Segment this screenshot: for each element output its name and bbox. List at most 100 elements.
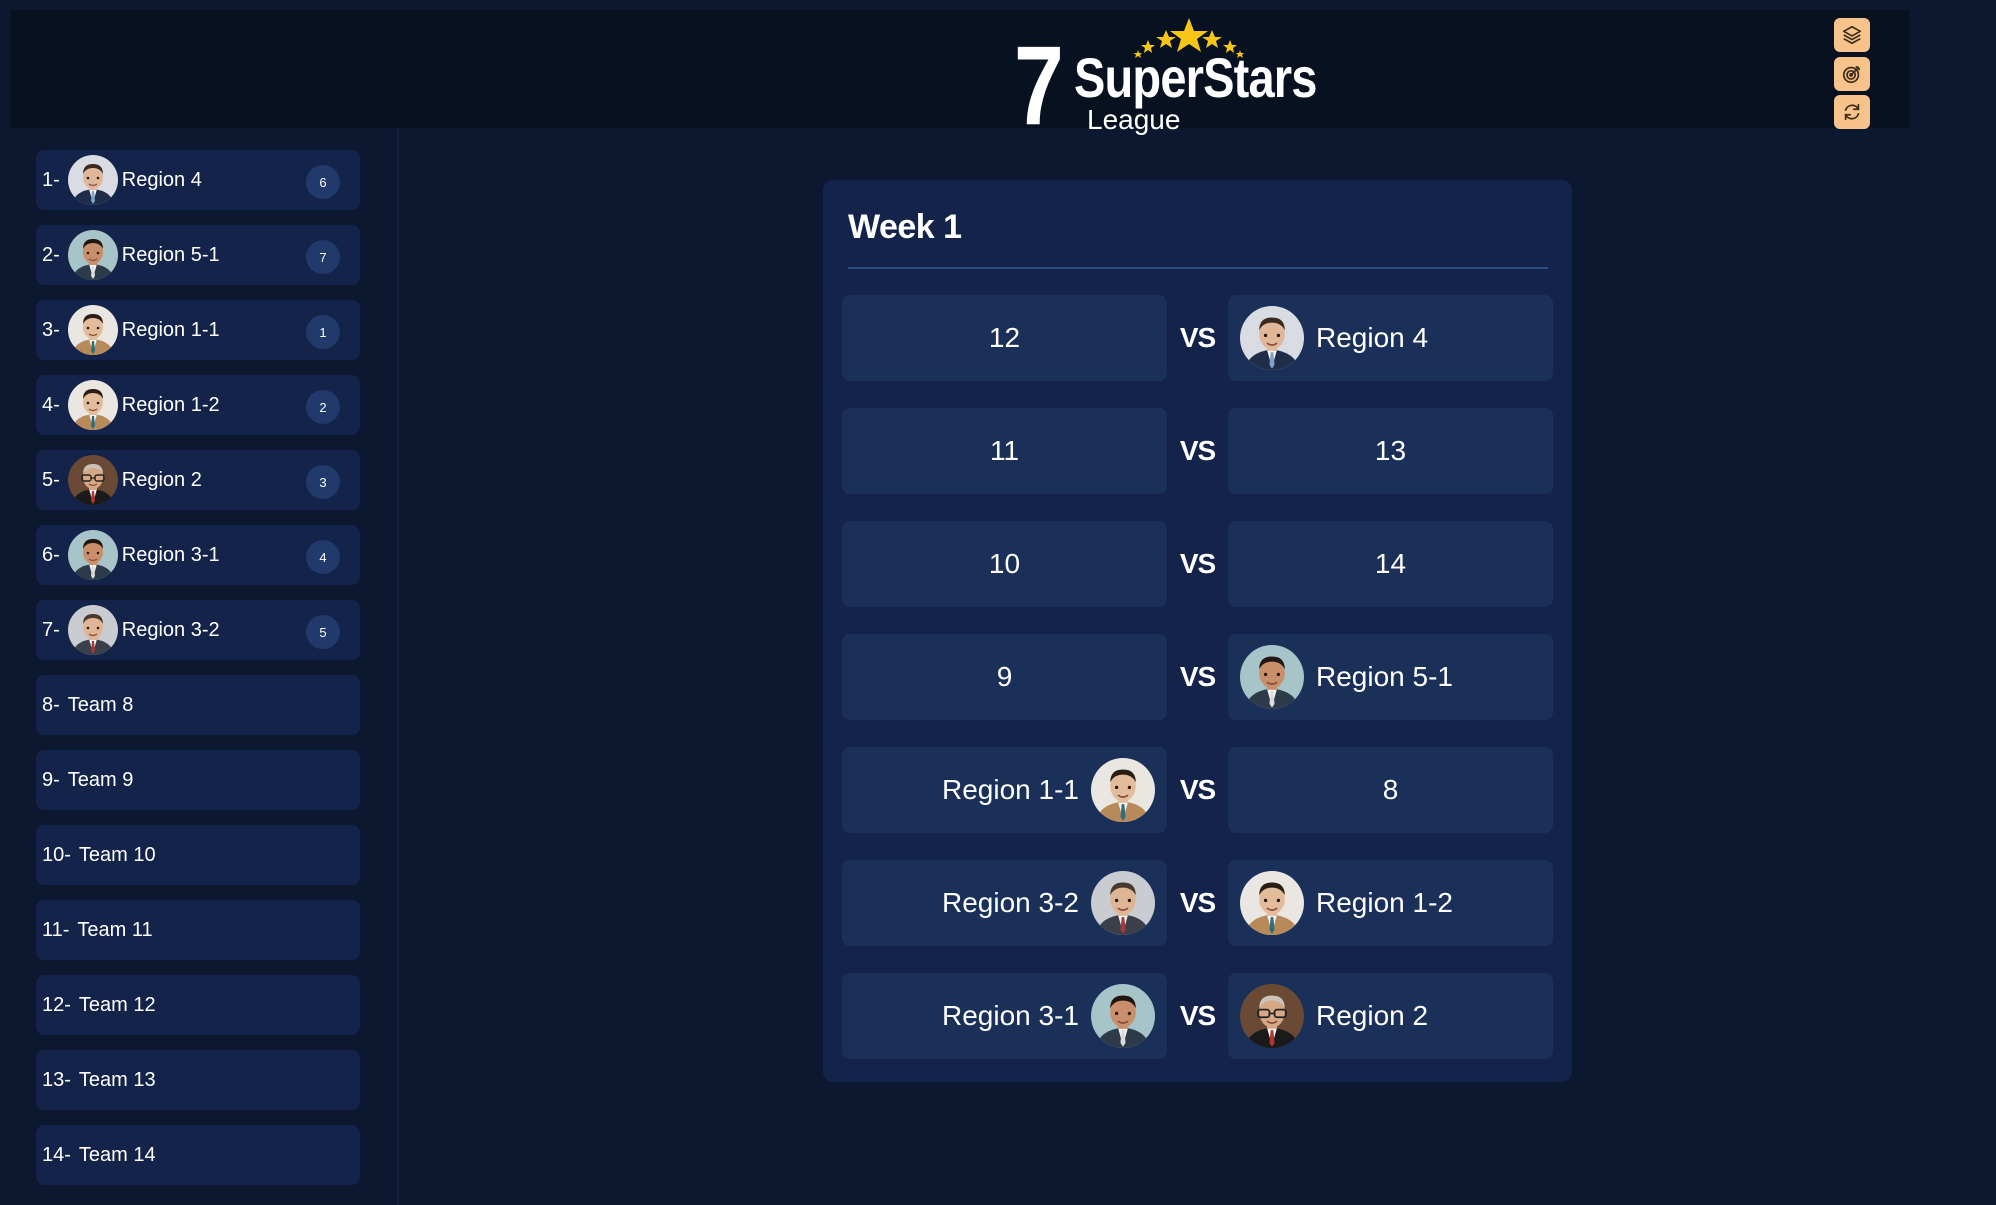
standing-rank: 7- (42, 618, 60, 641)
vs-label: VS (1179, 322, 1216, 353)
standing-badge: 6 (306, 165, 340, 199)
standing-badge: 5 (306, 615, 340, 649)
standing-item[interactable]: 9- Team 9 (36, 750, 360, 810)
team-label: 14 (1374, 548, 1407, 579)
standing-item[interactable]: 4- Region 1-2 2 (36, 375, 360, 435)
match-row: 11 VS 13 (842, 408, 1553, 494)
avatar (1240, 645, 1304, 709)
team-label: 10 (988, 548, 1021, 579)
standing-badge: 7 (306, 240, 340, 274)
avatar (1091, 758, 1155, 822)
vs-label: VS (1179, 774, 1216, 805)
team-label: Region 3-1 (942, 1000, 1079, 1031)
match-row: 12 VS Region 4 (842, 295, 1553, 381)
match-row: 10 VS 14 (842, 521, 1553, 607)
week-panel: Week 1 12 VS Region 4 11 VS 13 10 VS 14 9 VS Region… (823, 180, 1572, 1082)
away-team-card[interactable]: Region 2 (1228, 973, 1553, 1059)
home-team-card[interactable]: 11 (842, 408, 1167, 494)
league-logo: 7 SuperStars League (1014, 10, 1317, 142)
away-team-card[interactable]: 14 (1228, 521, 1553, 607)
refresh-button[interactable] (1834, 95, 1870, 129)
home-team-card[interactable]: 10 (842, 521, 1167, 607)
standing-badge: 3 (306, 465, 340, 499)
week-title: Week 1 (848, 208, 962, 246)
home-team-card[interactable]: Region 3-1 (842, 973, 1167, 1059)
home-team-card[interactable]: 12 (842, 295, 1167, 381)
standing-rank: 3- (42, 318, 60, 341)
team-label: 13 (1374, 435, 1407, 466)
standing-rank: 10- (42, 843, 71, 866)
standing-team-name: Team 9 (67, 768, 134, 791)
standing-item[interactable]: 13- Team 13 (36, 1050, 360, 1110)
sidebar-divider (397, 128, 399, 1205)
avatar (67, 455, 118, 505)
standing-badge: 4 (306, 540, 340, 574)
avatar (67, 230, 118, 280)
team-label: 9 (996, 661, 1013, 692)
standing-team-name: Team 12 (78, 993, 156, 1016)
standing-rank: 1- (42, 168, 60, 191)
team-label: Region 4 (1316, 322, 1429, 353)
standing-item[interactable]: 11- Team 11 (36, 900, 360, 960)
away-team-card[interactable]: 13 (1228, 408, 1553, 494)
target-button[interactable] (1834, 57, 1870, 91)
avatar (1091, 871, 1155, 935)
away-team-card[interactable]: Region 4 (1228, 295, 1553, 381)
team-label: 11 (989, 435, 1020, 466)
standing-item[interactable]: 14- Team 14 (36, 1125, 360, 1185)
standing-item[interactable]: 12- Team 12 (36, 975, 360, 1035)
away-team-card[interactable]: 8 (1228, 747, 1553, 833)
standing-rank: 6- (42, 543, 60, 566)
team-label: Region 1-2 (1316, 887, 1453, 918)
avatar (1240, 984, 1304, 1048)
away-team-card[interactable]: Region 5-1 (1228, 634, 1553, 720)
standing-badge: 2 (306, 390, 340, 424)
standing-item[interactable]: 10- Team 10 (36, 825, 360, 885)
home-team-card[interactable]: Region 3-2 (842, 860, 1167, 946)
avatar (1240, 871, 1304, 935)
team-label: Region 5-1 (1316, 661, 1453, 692)
away-team-card[interactable]: Region 1-2 (1228, 860, 1553, 946)
team-label: 8 (1382, 774, 1399, 805)
week-divider (848, 267, 1548, 269)
standing-item[interactable]: 7- Region 3-2 5 (36, 600, 360, 660)
match-row: Region 3-1 VS Region 2 (842, 973, 1553, 1059)
match-row: Region 3-2 VS Region 1-2 (842, 860, 1553, 946)
logo-subtitle: League (1087, 104, 1181, 135)
match-row: Region 1-1 VS 8 (842, 747, 1553, 833)
match-row: 9 VS Region 5-1 (842, 634, 1553, 720)
standing-rank: 8- (42, 693, 60, 716)
avatar (1240, 306, 1304, 370)
standing-item[interactable]: 2- Region 5-1 7 (36, 225, 360, 285)
vs-label: VS (1179, 548, 1216, 579)
avatar (1091, 984, 1155, 1048)
layers-button[interactable] (1834, 18, 1870, 52)
standing-item[interactable]: 6- Region 3-1 4 (36, 525, 360, 585)
standing-item[interactable]: 5- Region 23 (36, 450, 360, 510)
vs-label: VS (1179, 435, 1216, 466)
refresh-icon (1844, 103, 1860, 121)
standing-rank: 13- (42, 1068, 71, 1091)
home-team-card[interactable]: Region 1-1 (842, 747, 1167, 833)
standing-rank: 14- (42, 1143, 71, 1166)
standing-rank: 5- (42, 468, 60, 491)
standing-item[interactable]: 3- Region 1-1 1 (36, 300, 360, 360)
standing-rank: 12- (42, 993, 71, 1016)
standing-item[interactable]: 1- Region 46 (36, 150, 360, 210)
vs-label: VS (1179, 1000, 1216, 1031)
standing-team-name: Team 13 (78, 1068, 156, 1091)
team-label: Region 2 (1316, 1000, 1429, 1031)
standing-rank: 2- (42, 243, 60, 266)
logo-number: 7 (1014, 23, 1064, 148)
target-icon (1842, 65, 1861, 84)
standing-team-name: Team 11 (77, 918, 153, 941)
avatar (67, 155, 118, 205)
avatar (67, 530, 118, 580)
team-label: Region 1-1 (942, 774, 1079, 805)
avatar (67, 380, 118, 430)
standing-rank: 9- (42, 768, 60, 791)
avatar (67, 305, 118, 355)
standing-item[interactable]: 8- Team 8 (36, 675, 360, 735)
standing-badge: 1 (306, 315, 340, 349)
home-team-card[interactable]: 9 (842, 634, 1167, 720)
